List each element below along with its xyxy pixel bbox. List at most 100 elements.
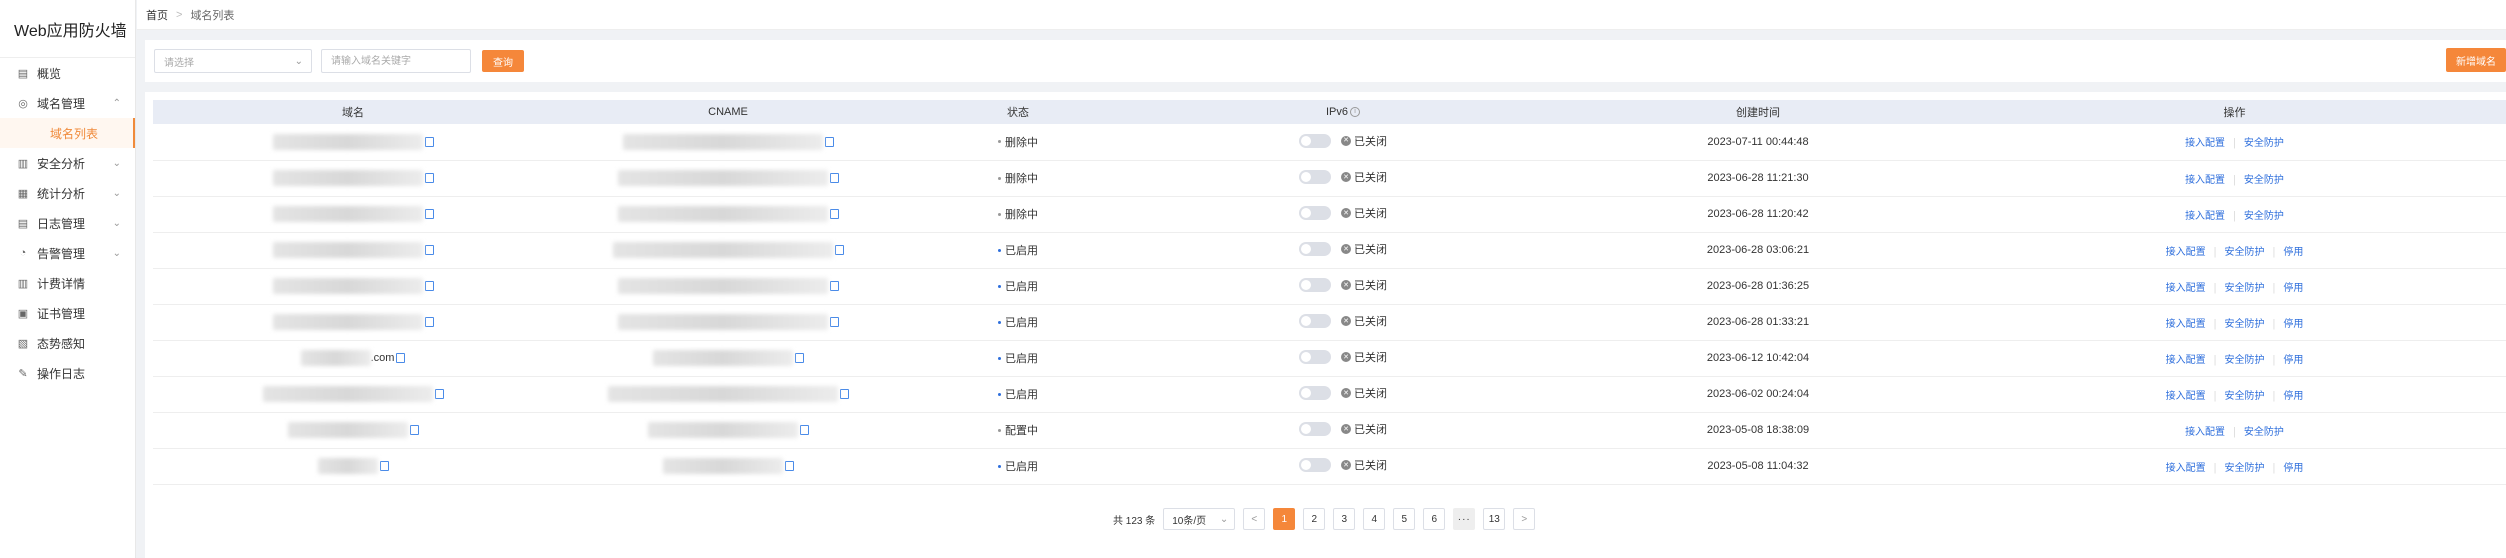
copy-icon[interactable]	[424, 245, 434, 255]
security-protection-link[interactable]: 安全防护	[2244, 175, 2284, 186]
copy-icon[interactable]	[834, 245, 844, 255]
security-protection-link[interactable]: 安全防护	[2225, 463, 2265, 474]
page-button[interactable]: 13	[1483, 508, 1506, 530]
page-size-select[interactable]: 10条/页 ⌄	[1163, 508, 1236, 530]
domain-search-input[interactable]	[321, 49, 471, 73]
page-button[interactable]: 3	[1333, 508, 1356, 530]
domain-cell	[153, 124, 553, 161]
sidebar-item-7[interactable]: ▥ 计费详情	[0, 268, 135, 298]
page-ellipsis[interactable]: ···	[1453, 508, 1476, 530]
sidebar-item-3[interactable]: ▥ 安全分析 ⌄	[0, 148, 135, 178]
access-config-link[interactable]: 接入配置	[2185, 138, 2225, 149]
copy-icon[interactable]	[794, 353, 804, 363]
copy-icon[interactable]	[784, 461, 794, 471]
copy-icon[interactable]	[829, 209, 839, 219]
status-select[interactable]: 请选择 ⌄	[154, 49, 312, 73]
status-text: 配置中	[1005, 425, 1038, 437]
disable-link[interactable]: 停用	[2283, 319, 2303, 330]
sidebar-item-10[interactable]: ✎ 操作日志	[0, 358, 135, 388]
security-protection-link[interactable]: 安全防护	[2225, 247, 2265, 258]
security-protection-link[interactable]: 安全防护	[2225, 283, 2265, 294]
sidebar-item-8[interactable]: ▣ 证书管理	[0, 298, 135, 328]
header-cname: CNAME	[553, 100, 903, 124]
close-circle-icon: ✕	[1341, 460, 1351, 470]
copy-icon[interactable]	[379, 461, 389, 471]
ipv6-toggle[interactable]	[1299, 422, 1331, 436]
access-config-link[interactable]: 接入配置	[2166, 355, 2206, 366]
access-config-link[interactable]: 接入配置	[2185, 427, 2225, 438]
disable-link[interactable]: 停用	[2283, 391, 2303, 402]
page-button[interactable]: 4	[1363, 508, 1386, 530]
sidebar-item-1[interactable]: ◎ 域名管理 ⌃	[0, 88, 135, 118]
copy-icon[interactable]	[799, 425, 809, 435]
ipv6-toggle[interactable]	[1299, 458, 1331, 472]
cname-cell	[553, 376, 903, 413]
security-protection-link[interactable]: 安全防护	[2244, 138, 2284, 149]
security-protection-link[interactable]: 安全防护	[2225, 355, 2265, 366]
copy-icon[interactable]	[409, 425, 419, 435]
ipv6-toggle[interactable]	[1299, 133, 1331, 148]
access-config-link[interactable]: 接入配置	[2166, 463, 2206, 474]
copy-icon[interactable]	[829, 173, 839, 183]
page-button[interactable]: 5	[1393, 508, 1416, 530]
access-config-link[interactable]: 接入配置	[2185, 175, 2225, 186]
ipv6-toggle[interactable]	[1299, 242, 1331, 256]
search-button[interactable]: 查询	[482, 50, 524, 72]
page-button[interactable]: 1	[1273, 508, 1296, 530]
copy-icon[interactable]	[424, 209, 434, 219]
sidebar-item-5[interactable]: ▤ 日志管理 ⌄	[0, 208, 135, 238]
ipv6-toggle[interactable]	[1299, 350, 1331, 364]
ipv6-toggle[interactable]	[1299, 314, 1331, 328]
sidebar-item-2[interactable]: 域名列表	[0, 118, 135, 148]
disable-link[interactable]: 停用	[2283, 463, 2303, 474]
sidebar-item-6[interactable]: ◔ 告警管理 ⌄	[0, 238, 135, 268]
copy-icon[interactable]	[396, 353, 406, 363]
ipv6-toggle[interactable]	[1299, 386, 1331, 400]
copy-icon[interactable]	[829, 281, 839, 291]
filter-bar: 请选择 ⌄ 查询 新增域名	[145, 40, 2506, 82]
security-protection-link[interactable]: 安全防护	[2225, 319, 2265, 330]
copy-icon[interactable]	[829, 317, 839, 327]
table-row: 配置中 ✕ 已关闭 2023-05-08 18:38:09 接入配置 | 安全防护	[153, 412, 2506, 449]
access-config-link[interactable]: 接入配置	[2166, 391, 2206, 402]
security-protection-link[interactable]: 安全防护	[2244, 427, 2284, 438]
cname-cell	[553, 448, 903, 485]
status-select-placeholder: 请选择	[164, 57, 194, 69]
access-config-link[interactable]: 接入配置	[2185, 211, 2225, 222]
ipv6-toggle[interactable]	[1299, 170, 1331, 184]
info-icon[interactable]: i	[1350, 107, 1360, 118]
ipv6-toggle[interactable]	[1299, 206, 1331, 220]
cname-cell	[553, 340, 903, 377]
ipv6-toggle[interactable]	[1299, 278, 1331, 292]
copy-icon[interactable]	[424, 281, 434, 291]
disable-link[interactable]: 停用	[2283, 247, 2303, 258]
prev-page-button[interactable]: <	[1243, 508, 1266, 530]
disable-link[interactable]: 停用	[2283, 355, 2303, 366]
sidebar-item-label: 统计分析	[37, 186, 86, 201]
page-button[interactable]: 6	[1423, 508, 1446, 530]
copy-icon[interactable]	[434, 389, 444, 399]
copy-icon[interactable]	[839, 389, 849, 399]
chart-icon: ▥	[17, 157, 29, 170]
copy-icon[interactable]	[424, 173, 434, 183]
access-config-link[interactable]: 接入配置	[2166, 319, 2206, 330]
access-config-link[interactable]: 接入配置	[2166, 283, 2206, 294]
security-protection-link[interactable]: 安全防护	[2225, 391, 2265, 402]
sidebar-item-0[interactable]: ▤ 概览	[0, 58, 135, 88]
header-ipv6-label: IPv6	[1325, 106, 1348, 118]
sidebar-item-4[interactable]: ▦ 统计分析 ⌄	[0, 178, 135, 208]
disable-link[interactable]: 停用	[2283, 283, 2303, 294]
sidebar-item-9[interactable]: ▧ 态势感知	[0, 328, 135, 358]
copy-icon[interactable]	[424, 317, 434, 327]
security-protection-link[interactable]: 安全防护	[2244, 211, 2284, 222]
chevron-down-icon: ⌄	[112, 187, 121, 199]
access-config-link[interactable]: 接入配置	[2166, 247, 2206, 258]
copy-icon[interactable]	[424, 136, 434, 147]
copy-icon[interactable]	[824, 136, 834, 147]
header-created: 创建时间	[1553, 100, 1963, 124]
page-button[interactable]: 2	[1303, 508, 1326, 530]
next-page-button[interactable]: >	[1513, 508, 1536, 530]
separator: |	[2213, 389, 2217, 402]
breadcrumb-home[interactable]: 首页	[146, 7, 168, 23]
add-domain-button[interactable]: 新增域名	[2446, 48, 2506, 72]
